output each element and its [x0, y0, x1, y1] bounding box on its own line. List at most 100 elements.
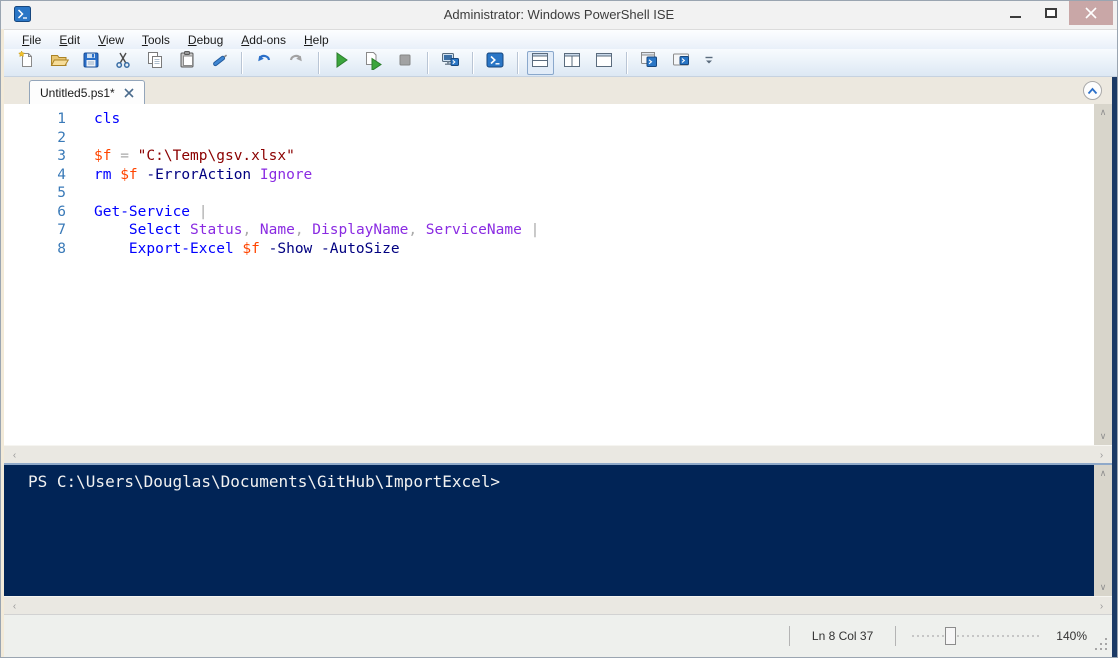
- redo-icon: [286, 50, 306, 75]
- status-bar: Ln 8 Col 37 140%: [1, 614, 1117, 657]
- script-editor-pane[interactable]: 12345678 cls $f = "C:\Temp\gsv.xlsx"rm $…: [4, 104, 1112, 445]
- zoom-slider[interactable]: [912, 626, 1040, 646]
- scroll-left-arrow-icon[interactable]: ‹: [6, 597, 23, 615]
- menu-addons[interactable]: Add-ons: [232, 31, 295, 49]
- line-number: 2: [4, 129, 66, 148]
- console-prompt: PS C:\Users\Douglas\Documents\GitHub\Imp…: [28, 472, 500, 491]
- toolbar-overflow-icon: [699, 50, 719, 75]
- undo-button[interactable]: [251, 51, 278, 75]
- line-number: 8: [4, 240, 66, 259]
- code-line: [94, 184, 1090, 203]
- code-line: cls: [94, 110, 1090, 129]
- zoom-percent-label: 140%: [1056, 629, 1087, 643]
- code-area: cls $f = "C:\Temp\gsv.xlsx"rm $f -ErrorA…: [94, 110, 1090, 258]
- maximize-button[interactable]: [1033, 1, 1069, 25]
- titlebar: Administrator: Windows PowerShell ISE: [1, 1, 1117, 29]
- save-button[interactable]: [78, 51, 105, 75]
- code-line: rm $f -ErrorAction Ignore: [94, 166, 1090, 185]
- show-script-pane-right-button[interactable]: [559, 51, 586, 75]
- line-number: 3: [4, 147, 66, 166]
- status-separator: [895, 626, 896, 646]
- start-powershell-exe-button[interactable]: [482, 51, 509, 75]
- resize-grip[interactable]: [1095, 638, 1109, 652]
- cut-icon: [113, 50, 133, 75]
- save-icon: [81, 50, 101, 75]
- menu-debug[interactable]: Debug: [179, 31, 232, 49]
- close-icon: [1085, 7, 1097, 19]
- window-title: Administrator: Windows PowerShell ISE: [1, 1, 1117, 29]
- tab-close-button[interactable]: [124, 88, 134, 98]
- editor-horizontal-scrollbar[interactable]: ‹ ›: [4, 445, 1112, 463]
- zoom-slider-track[interactable]: [912, 635, 1040, 637]
- console-pane[interactable]: PS C:\Users\Douglas\Documents\GitHub\Imp…: [4, 463, 1112, 596]
- scroll-left-arrow-icon[interactable]: ‹: [6, 446, 23, 464]
- chevron-up-icon: [1087, 87, 1098, 95]
- new-script-icon: [17, 50, 37, 75]
- console-horizontal-scrollbar[interactable]: ‹ ›: [4, 596, 1112, 614]
- scroll-down-arrow-icon[interactable]: ∨: [1094, 428, 1112, 445]
- scroll-right-arrow-icon[interactable]: ›: [1093, 446, 1110, 464]
- new-script-button[interactable]: [14, 51, 41, 75]
- scroll-down-arrow-icon[interactable]: ∨: [1094, 579, 1112, 596]
- scroll-up-arrow-icon[interactable]: ∧: [1094, 465, 1112, 482]
- line-number: 4: [4, 166, 66, 185]
- toolbar: [1, 49, 1117, 77]
- layout-script-top-icon: [530, 50, 550, 75]
- clear-console-icon: [209, 50, 229, 75]
- tab-untitled5[interactable]: Untitled5.ps1*: [29, 80, 145, 104]
- run-script-button[interactable]: [328, 51, 355, 75]
- menu-help[interactable]: Help: [295, 31, 338, 49]
- redo-button[interactable]: [283, 51, 310, 75]
- scroll-right-arrow-icon[interactable]: ›: [1093, 597, 1110, 615]
- menu-edit[interactable]: Edit: [50, 31, 89, 49]
- tab-strip: Untitled5.ps1*: [4, 77, 1112, 104]
- run-selection-button[interactable]: [360, 51, 387, 75]
- layout-script-right-icon: [562, 50, 582, 75]
- layout-script-max-icon: [594, 50, 614, 75]
- console-vertical-scrollbar[interactable]: ∧ ∨: [1094, 465, 1112, 596]
- show-script-pane-top-button[interactable]: [527, 51, 554, 75]
- toolbar-separator: [241, 52, 242, 74]
- new-powershell-tab-icon: [639, 50, 659, 75]
- open-script-button[interactable]: [46, 51, 73, 75]
- run-script-icon: [331, 50, 351, 75]
- powershell-ise-window: Administrator: Windows PowerShell ISE Fi…: [0, 0, 1118, 658]
- toolbar-overflow-button[interactable]: [701, 51, 717, 75]
- editor-vertical-scrollbar[interactable]: ∧ ∨: [1094, 104, 1112, 445]
- status-separator: [789, 626, 790, 646]
- show-script-pane-maximized-button[interactable]: [591, 51, 618, 75]
- line-col-indicator: Ln 8 Col 37: [812, 629, 873, 643]
- minimize-icon: [1010, 16, 1021, 18]
- clear-console-pane-button[interactable]: [206, 51, 233, 75]
- close-button[interactable]: [1069, 1, 1113, 25]
- tab-label: Untitled5.ps1*: [40, 86, 115, 100]
- menu-view[interactable]: View: [89, 31, 133, 49]
- new-powershell-tab-button[interactable]: [636, 51, 663, 75]
- minimize-button[interactable]: [997, 1, 1033, 25]
- stop-icon: [395, 50, 415, 75]
- toolbar-separator: [318, 52, 319, 74]
- collapse-script-pane-button[interactable]: [1083, 81, 1102, 100]
- menubar: FileEditViewToolsDebugAdd-onsHelp: [1, 29, 1117, 49]
- menu-tools[interactable]: Tools: [133, 31, 179, 49]
- code-line: [94, 129, 1090, 148]
- line-number: 1: [4, 110, 66, 129]
- start-powershell-icon: [485, 50, 505, 75]
- scroll-up-arrow-icon[interactable]: ∧: [1094, 104, 1112, 121]
- new-remote-powershell-tab-button[interactable]: [437, 51, 464, 75]
- code-line: $f = "C:\Temp\gsv.xlsx": [94, 147, 1090, 166]
- toolbar-separator: [472, 52, 473, 74]
- menu-file[interactable]: File: [13, 31, 50, 49]
- paste-icon: [177, 50, 197, 75]
- toolbar-separator: [427, 52, 428, 74]
- cut-button[interactable]: [110, 51, 137, 75]
- code-line: Select Status, Name, DisplayName, Servic…: [94, 221, 1090, 240]
- undo-icon: [254, 50, 274, 75]
- paste-button[interactable]: [174, 51, 201, 75]
- stop-operation-button[interactable]: [392, 51, 419, 75]
- maximize-icon: [1045, 8, 1057, 18]
- zoom-slider-thumb[interactable]: [945, 627, 956, 645]
- new-remote-tab-button[interactable]: [668, 51, 695, 75]
- copy-icon: [145, 50, 165, 75]
- copy-button[interactable]: [142, 51, 169, 75]
